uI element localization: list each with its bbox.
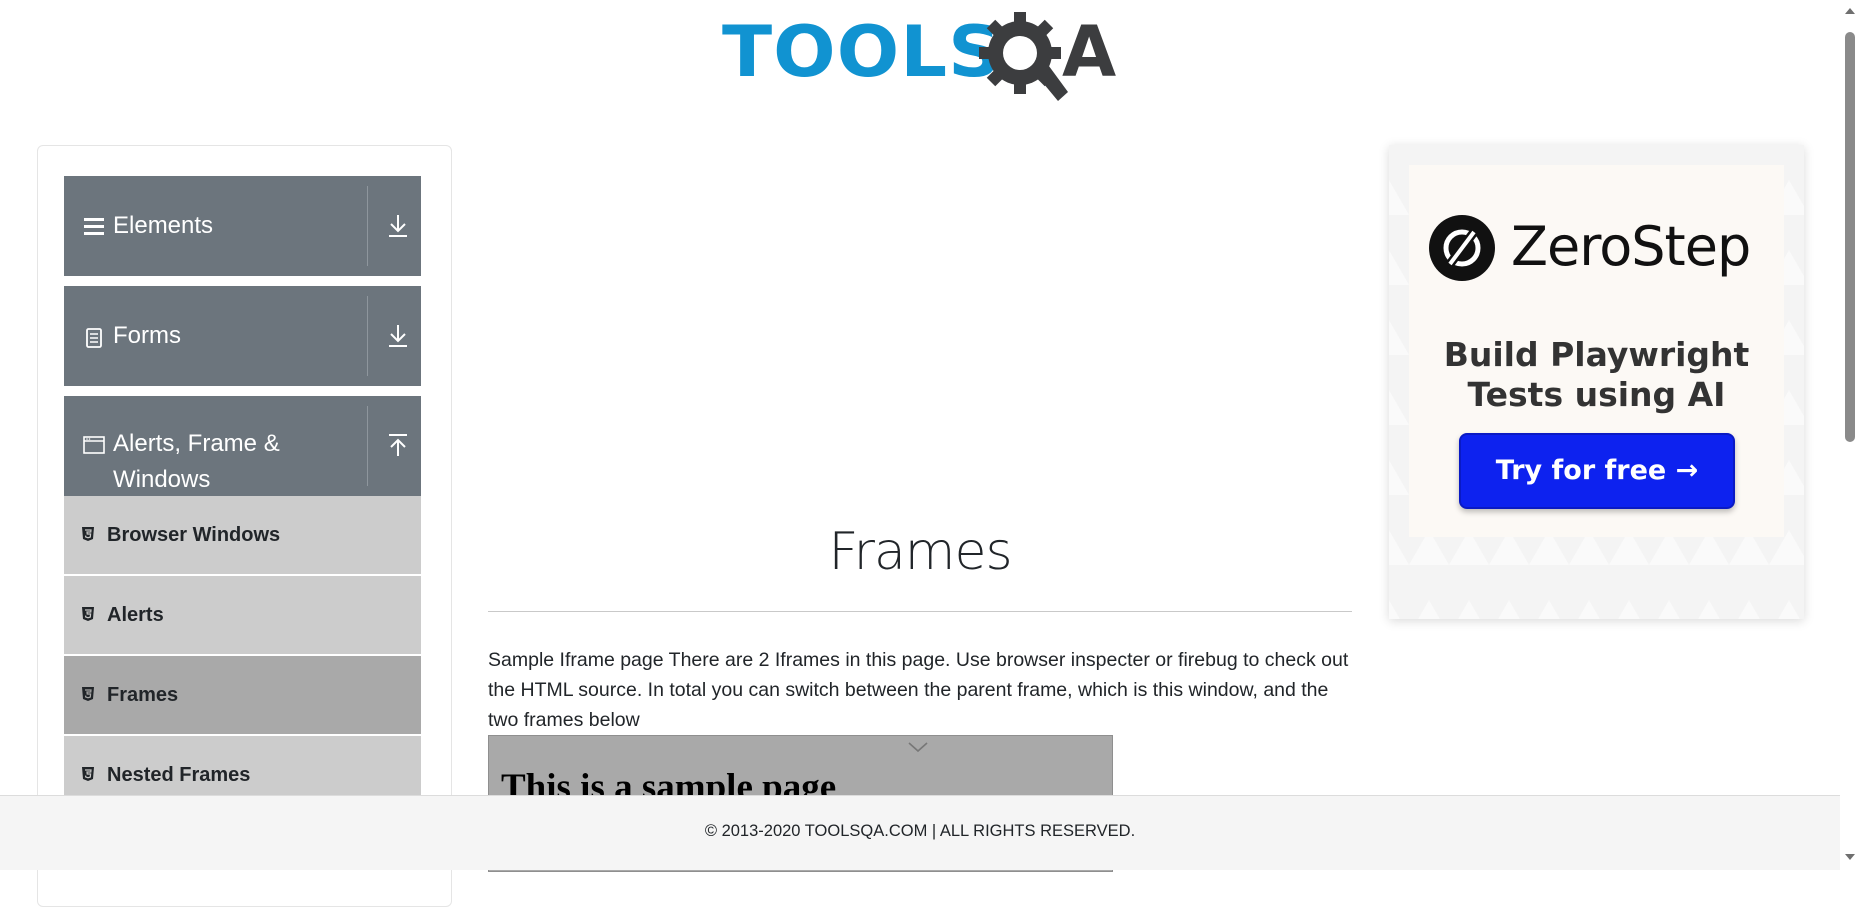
scroll-up-arrow-icon[interactable]	[1844, 6, 1856, 16]
divider	[367, 406, 368, 486]
sidebar-group-forms[interactable]: Forms	[64, 286, 421, 386]
zerostep-logo-icon	[1429, 215, 1495, 281]
logo-text-a: A	[1062, 11, 1117, 93]
window-icon	[83, 436, 105, 454]
advertisement[interactable]: ZeroStep Build Playwright Tests using AI…	[1389, 145, 1804, 619]
download-arrow-icon[interactable]	[382, 320, 414, 352]
ad-headline: Build Playwright Tests using AI	[1409, 335, 1784, 415]
sidebar-item-label: Browser Windows	[107, 524, 281, 546]
sidebar-group-label: Forms	[113, 322, 181, 349]
scroll-down-arrow-icon[interactable]	[1844, 852, 1856, 862]
sidebar-item-frames[interactable]: Frames	[64, 656, 421, 736]
html5-icon	[82, 687, 94, 701]
ad-brand: ZeroStep	[1511, 215, 1751, 278]
ad-headline-line1: Build Playwright	[1443, 335, 1750, 374]
scrollbar-thumb[interactable]	[1845, 32, 1855, 442]
intro-text: Sample Iframe page There are 2 Iframes i…	[488, 649, 1349, 731]
upload-arrow-icon[interactable]	[382, 430, 414, 462]
download-arrow-icon[interactable]	[382, 210, 414, 242]
logo-text-tools: TOOLS	[722, 11, 1003, 93]
divider	[367, 296, 368, 376]
html5-icon	[82, 767, 94, 781]
page-title: Frames	[828, 522, 1012, 582]
footer-copyright: © 2013-2020 TOOLSQA.COM | ALL RIGHTS RES…	[704, 822, 1136, 840]
sidebar-item-label: Alerts	[107, 604, 164, 626]
sidebar-group-label: Elements	[113, 212, 214, 239]
divider	[367, 186, 368, 266]
sidebar-group-label-line2: Windows	[113, 466, 211, 493]
title-divider	[488, 611, 1352, 612]
html5-icon	[82, 607, 94, 621]
footer: © 2013-2020 TOOLSQA.COM | ALL RIGHTS RES…	[0, 795, 1840, 870]
hamburger-icon	[84, 218, 104, 235]
scrollbar[interactable]	[1840, 0, 1860, 869]
sidebar-group-elements[interactable]: Elements	[64, 176, 421, 276]
toolsqa-logo[interactable]: TOOLS A	[720, 8, 1125, 108]
document-icon	[86, 328, 102, 348]
ad-card: ZeroStep Build Playwright Tests using AI…	[1409, 165, 1784, 537]
sidebar-item-label: Nested Frames	[107, 764, 251, 786]
sidebar-group-label: Alerts, Frame &	[113, 430, 280, 457]
sidebar-item-alerts[interactable]: Alerts	[64, 576, 421, 656]
chevron-down-icon	[908, 742, 928, 753]
sidebar-group-alerts-frame-windows[interactable]: Alerts, Frame & Windows	[64, 396, 421, 496]
ad-headline-line2: Tests using AI	[1467, 375, 1726, 414]
sidebar-item-browser-windows[interactable]: Browser Windows	[64, 496, 421, 576]
sidebar-item-label: Frames	[107, 684, 179, 706]
html5-icon	[82, 527, 94, 541]
sidebar: Elements Forms Alerts, Frame & Windows B…	[37, 145, 452, 907]
try-for-free-button[interactable]: Try for free →	[1459, 433, 1735, 509]
